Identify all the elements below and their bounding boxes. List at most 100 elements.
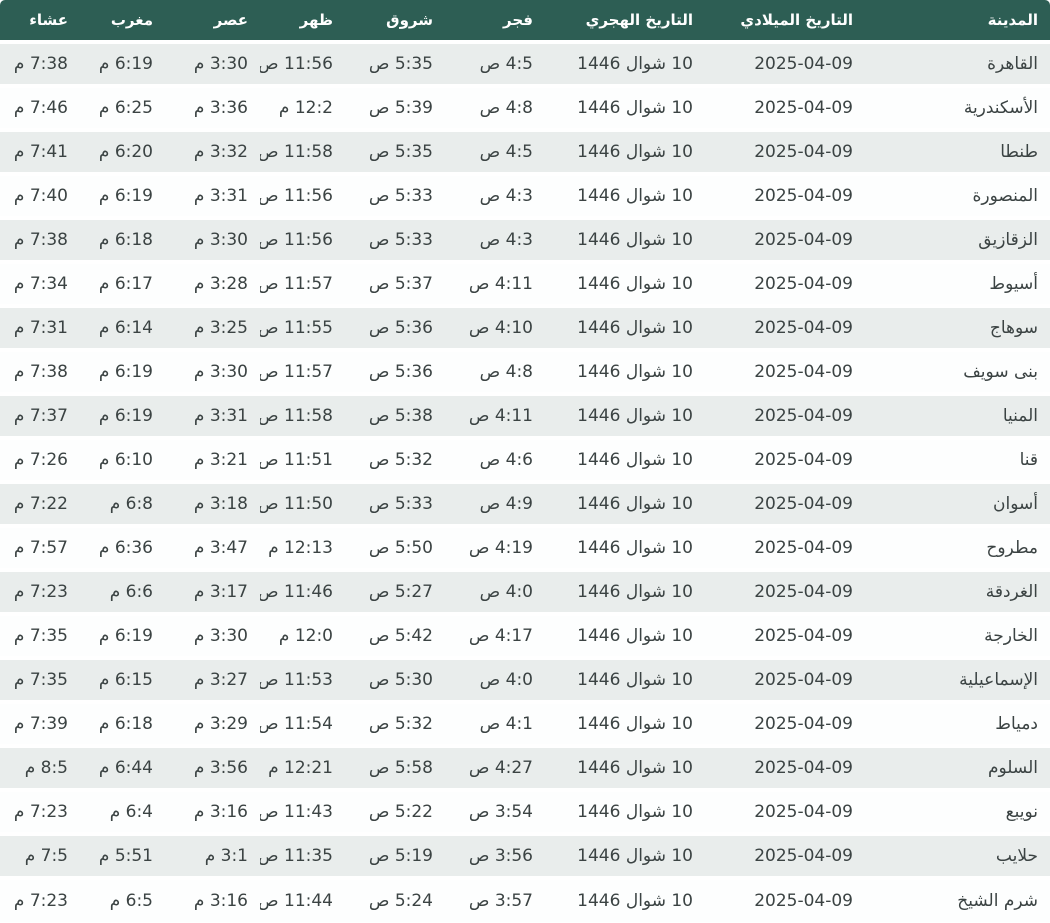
table-row: القاهرة 2025-04-09 10 شوال 1446 4:5 ص 5:35 ص… [0,40,1050,86]
table-row: قنا 2025-04-09 10 شوال 1446 4:6 ص 5:32 ص 11:5… [0,436,1050,482]
table-row: الخارجة 2025-04-09 10 شوال 1446 4:17 ص 5:42 … [0,612,1050,658]
cell-fajr: 4:27 ص [445,744,545,790]
cell-dhuhr: 12:13 م [260,524,345,570]
cell-shurooq: 5:24 ص [345,876,445,922]
cell-asr: 3:31 م [165,392,260,438]
cell-shurooq: 5:35 ص [345,40,445,86]
cell-maghrib: 6:19 م [80,612,165,658]
cell-city: دمياط [865,700,1050,746]
cell-dhuhr: 12:2 م [260,84,345,130]
cell-hijri_date: 10 شوال 1446 [545,40,705,86]
cell-shurooq: 5:32 ص [345,436,445,482]
cell-isha: 7:22 م [0,480,80,526]
table-row: السلوم 2025-04-09 10 شوال 1446 4:27 ص 5:58 ص… [0,744,1050,790]
table-row: الإسماعيلية 2025-04-09 10 شوال 1446 4:0 ص 5:… [0,656,1050,702]
cell-gregorian_date: 2025-04-09 [705,172,865,218]
cell-shurooq: 5:39 ص [345,84,445,130]
cell-maghrib: 6:25 م [80,84,165,130]
cell-shurooq: 5:19 ص [345,832,445,878]
cell-city: الزقازيق [865,216,1050,262]
cell-dhuhr: 11:44 ص [260,876,345,922]
cell-dhuhr: 11:58 ص [260,392,345,438]
column-header-dhuhr: ظهر [260,0,345,42]
cell-fajr: 3:54 ص [445,788,545,834]
table-row: الزقازيق 2025-04-09 10 شوال 1446 4:3 ص 5:33 … [0,216,1050,262]
cell-isha: 7:35 م [0,656,80,702]
table-row: بنى سويف 2025-04-09 10 شوال 1446 4:8 ص 5:36 … [0,348,1050,394]
table-row: المنصورة 2025-04-09 10 شوال 1446 4:3 ص 5:33 … [0,172,1050,218]
cell-isha: 7:38 م [0,216,80,262]
cell-asr: 3:29 م [165,700,260,746]
table-row: الأسكندرية 2025-04-09 10 شوال 1446 4:8 ص 5:3… [0,84,1050,130]
cell-isha: 7:38 م [0,348,80,394]
cell-city: حلايب [865,832,1050,878]
cell-shurooq: 5:38 ص [345,392,445,438]
table-row: مطروح 2025-04-09 10 شوال 1446 4:19 ص 5:50 ص1… [0,524,1050,570]
cell-maghrib: 6:19 م [80,40,165,86]
header-row: المدينة التاريخ الميلادي التاريخ الهجري فجر… [0,0,1050,42]
cell-gregorian_date: 2025-04-09 [705,304,865,350]
cell-fajr: 4:6 ص [445,436,545,482]
cell-dhuhr: 11:55 ص [260,304,345,350]
cell-isha: 7:26 م [0,436,80,482]
cell-isha: 7:23 م [0,876,80,922]
cell-fajr: 4:5 ص [445,128,545,174]
cell-city: الخارجة [865,612,1050,658]
cell-dhuhr: 11:35 ص [260,832,345,878]
cell-maghrib: 6:20 م [80,128,165,174]
cell-shurooq: 5:50 ص [345,524,445,570]
cell-isha: 7:34 م [0,260,80,306]
cell-fajr: 4:3 ص [445,172,545,218]
cell-city: المنيا [865,392,1050,438]
cell-isha: 7:5 م [0,832,80,878]
cell-maghrib: 5:51 م [80,832,165,878]
cell-maghrib: 6:19 م [80,172,165,218]
cell-shurooq: 5:30 ص [345,656,445,702]
cell-gregorian_date: 2025-04-09 [705,480,865,526]
cell-gregorian_date: 2025-04-09 [705,524,865,570]
cell-dhuhr: 11:54 ص [260,700,345,746]
cell-hijri_date: 10 شوال 1446 [545,744,705,790]
cell-asr: 3:16 م [165,876,260,922]
cell-gregorian_date: 2025-04-09 [705,788,865,834]
cell-shurooq: 5:33 ص [345,480,445,526]
cell-hijri_date: 10 شوال 1446 [545,260,705,306]
cell-shurooq: 5:58 ص [345,744,445,790]
cell-gregorian_date: 2025-04-09 [705,84,865,130]
cell-isha: 7:46 م [0,84,80,130]
cell-gregorian_date: 2025-04-09 [705,436,865,482]
table-row: طنطا 2025-04-09 10 شوال 1446 4:5 ص 5:35 ص 11:… [0,128,1050,174]
cell-isha: 7:39 م [0,700,80,746]
cell-city: قنا [865,436,1050,482]
cell-asr: 3:30 م [165,612,260,658]
cell-dhuhr: 11:56 ص [260,40,345,86]
cell-isha: 7:40 م [0,172,80,218]
cell-fajr: 4:8 ص [445,348,545,394]
prayer-times-page: المدينة التاريخ الميلادي التاريخ الهجري فجر… [0,0,1050,923]
cell-dhuhr: 12:0 م [260,612,345,658]
cell-city: طنطا [865,128,1050,174]
column-header-gregorian_date: التاريخ الميلادي [705,0,865,42]
cell-isha: 8:5 م [0,744,80,790]
cell-gregorian_date: 2025-04-09 [705,348,865,394]
cell-asr: 3:16 م [165,788,260,834]
cell-shurooq: 5:37 ص [345,260,445,306]
cell-hijri_date: 10 شوال 1446 [545,524,705,570]
cell-hijri_date: 10 شوال 1446 [545,832,705,878]
cell-isha: 7:41 م [0,128,80,174]
cell-city: الأسكندرية [865,84,1050,130]
column-header-city: المدينة [865,0,1050,42]
cell-asr: 3:21 م [165,436,260,482]
cell-city: شرم الشيخ [865,876,1050,922]
cell-fajr: 4:1 ص [445,700,545,746]
cell-fajr: 3:57 ص [445,876,545,922]
cell-shurooq: 5:32 ص [345,700,445,746]
cell-dhuhr: 11:57 ص [260,348,345,394]
cell-hijri_date: 10 شوال 1446 [545,480,705,526]
cell-hijri_date: 10 شوال 1446 [545,612,705,658]
table-row: شرم الشيخ 2025-04-09 10 شوال 1446 3:57 ص 5:2… [0,876,1050,922]
cell-asr: 3:36 م [165,84,260,130]
table-row: سوهاج 2025-04-09 10 شوال 1446 4:10 ص 5:36 ص1… [0,304,1050,350]
cell-maghrib: 6:17 م [80,260,165,306]
cell-isha: 7:38 م [0,40,80,86]
